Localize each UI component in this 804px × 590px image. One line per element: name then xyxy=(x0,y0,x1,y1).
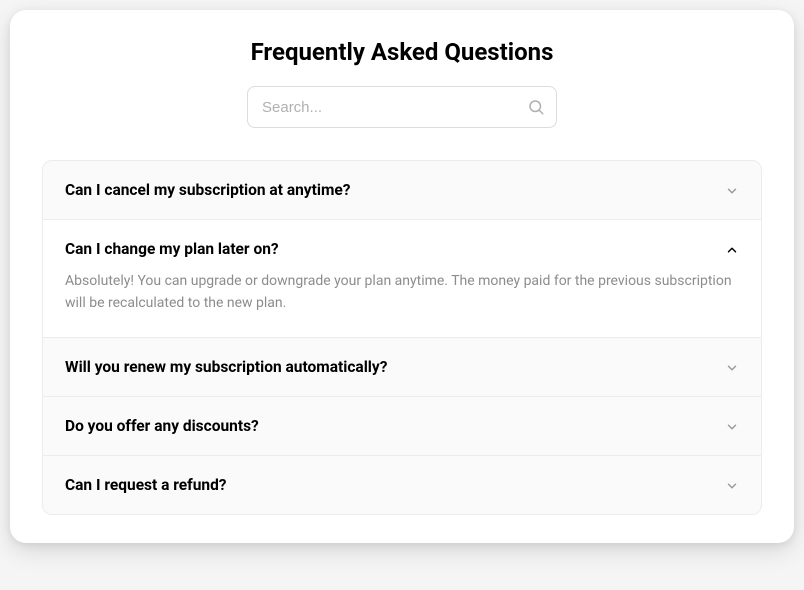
chevron-down-icon xyxy=(725,419,739,433)
faq-toggle[interactable]: Will you renew my subscription automatic… xyxy=(43,338,761,396)
faq-question: Can I change my plan later on? xyxy=(65,240,279,258)
chevron-down-icon xyxy=(725,360,739,374)
search-container xyxy=(42,86,762,128)
faq-accordion: Can I cancel my subscription at anytime?… xyxy=(42,160,762,515)
faq-toggle[interactable]: Can I cancel my subscription at anytime? xyxy=(43,161,761,219)
faq-question: Will you renew my subscription automatic… xyxy=(65,358,387,376)
faq-answer: Absolutely! You can upgrade or downgrade… xyxy=(43,270,761,337)
search-box xyxy=(247,86,557,128)
faq-toggle[interactable]: Can I request a refund? xyxy=(43,456,761,514)
chevron-down-icon xyxy=(725,183,739,197)
faq-item: Do you offer any discounts? xyxy=(43,397,761,456)
faq-toggle[interactable]: Do you offer any discounts? xyxy=(43,397,761,455)
faq-question: Can I request a refund? xyxy=(65,476,227,494)
search-input[interactable] xyxy=(247,86,557,128)
chevron-up-icon xyxy=(725,242,739,256)
faq-question: Do you offer any discounts? xyxy=(65,417,259,435)
faq-card: Frequently Asked Questions Can I cancel … xyxy=(10,10,794,543)
faq-item: Can I cancel my subscription at anytime? xyxy=(43,161,761,220)
faq-question: Can I cancel my subscription at anytime? xyxy=(65,181,350,199)
chevron-down-icon xyxy=(725,478,739,492)
faq-item: Will you renew my subscription automatic… xyxy=(43,338,761,397)
faq-toggle[interactable]: Can I change my plan later on? xyxy=(43,220,761,270)
faq-item: Can I change my plan later on? Absolutel… xyxy=(43,220,761,338)
faq-item: Can I request a refund? xyxy=(43,456,761,514)
page-title: Frequently Asked Questions xyxy=(42,38,762,66)
